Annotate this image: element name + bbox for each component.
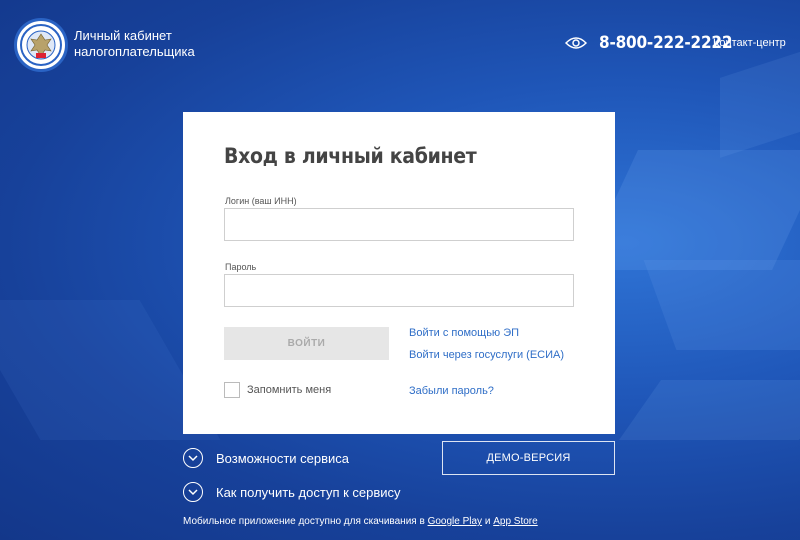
google-play-link[interactable]: Google Play — [428, 516, 482, 527]
login-esia-link[interactable]: Войти через госуслуги (ЕСИА) — [409, 349, 564, 361]
password-label: Пароль — [225, 262, 257, 272]
footer-and: и — [484, 516, 491, 527]
brand-line: налогоплательщика — [74, 44, 195, 59]
expand-toggle[interactable] — [183, 448, 203, 468]
demo-version-button[interactable]: ДЕМО-ВЕРСИЯ — [442, 441, 615, 475]
login-input[interactable] — [224, 208, 574, 241]
login-card: Вход в личный кабинет Логин (ваш ИНН) Па… — [183, 112, 615, 434]
access-accordion[interactable]: Как получить доступ к сервису — [183, 482, 401, 502]
chevron-down-icon — [188, 454, 198, 461]
chevron-down-icon — [188, 488, 198, 495]
brand-title[interactable]: Личный кабинет налогоплательщика — [74, 28, 195, 60]
brand-line: Личный кабинет — [74, 28, 172, 43]
page-title: Вход в личный кабинет — [224, 144, 477, 168]
login-ep-link[interactable]: Войти с помощью ЭП — [409, 327, 519, 339]
eye-icon[interactable] — [565, 35, 587, 51]
remember-label[interactable]: Запомнить меня — [247, 384, 331, 396]
features-label[interactable]: Возможности сервиса — [216, 451, 349, 466]
forgot-password-link[interactable]: Забыли пароль? — [409, 385, 494, 397]
background-shape — [618, 380, 800, 440]
contact-center-link[interactable]: Контакт-центр — [713, 37, 786, 49]
header: Личный кабинет налогоплательщика 8-800-2… — [0, 0, 800, 90]
features-accordion[interactable]: Возможности сервиса — [183, 448, 349, 468]
expand-toggle[interactable] — [183, 482, 203, 502]
app-store-link[interactable]: App Store — [493, 516, 537, 527]
footer-text: Мобильное приложение доступно для скачив… — [183, 516, 538, 527]
login-button[interactable]: ВОЙТИ — [224, 327, 389, 360]
remember-checkbox[interactable] — [224, 382, 240, 398]
access-label[interactable]: Как получить доступ к сервису — [216, 485, 401, 500]
background-shape — [643, 260, 800, 350]
fns-emblem-icon[interactable] — [14, 18, 68, 72]
login-label: Логин (ваш ИНН) — [225, 196, 297, 206]
password-input[interactable] — [224, 274, 574, 307]
footer-prefix: Мобильное приложение доступно для скачив… — [183, 516, 425, 527]
